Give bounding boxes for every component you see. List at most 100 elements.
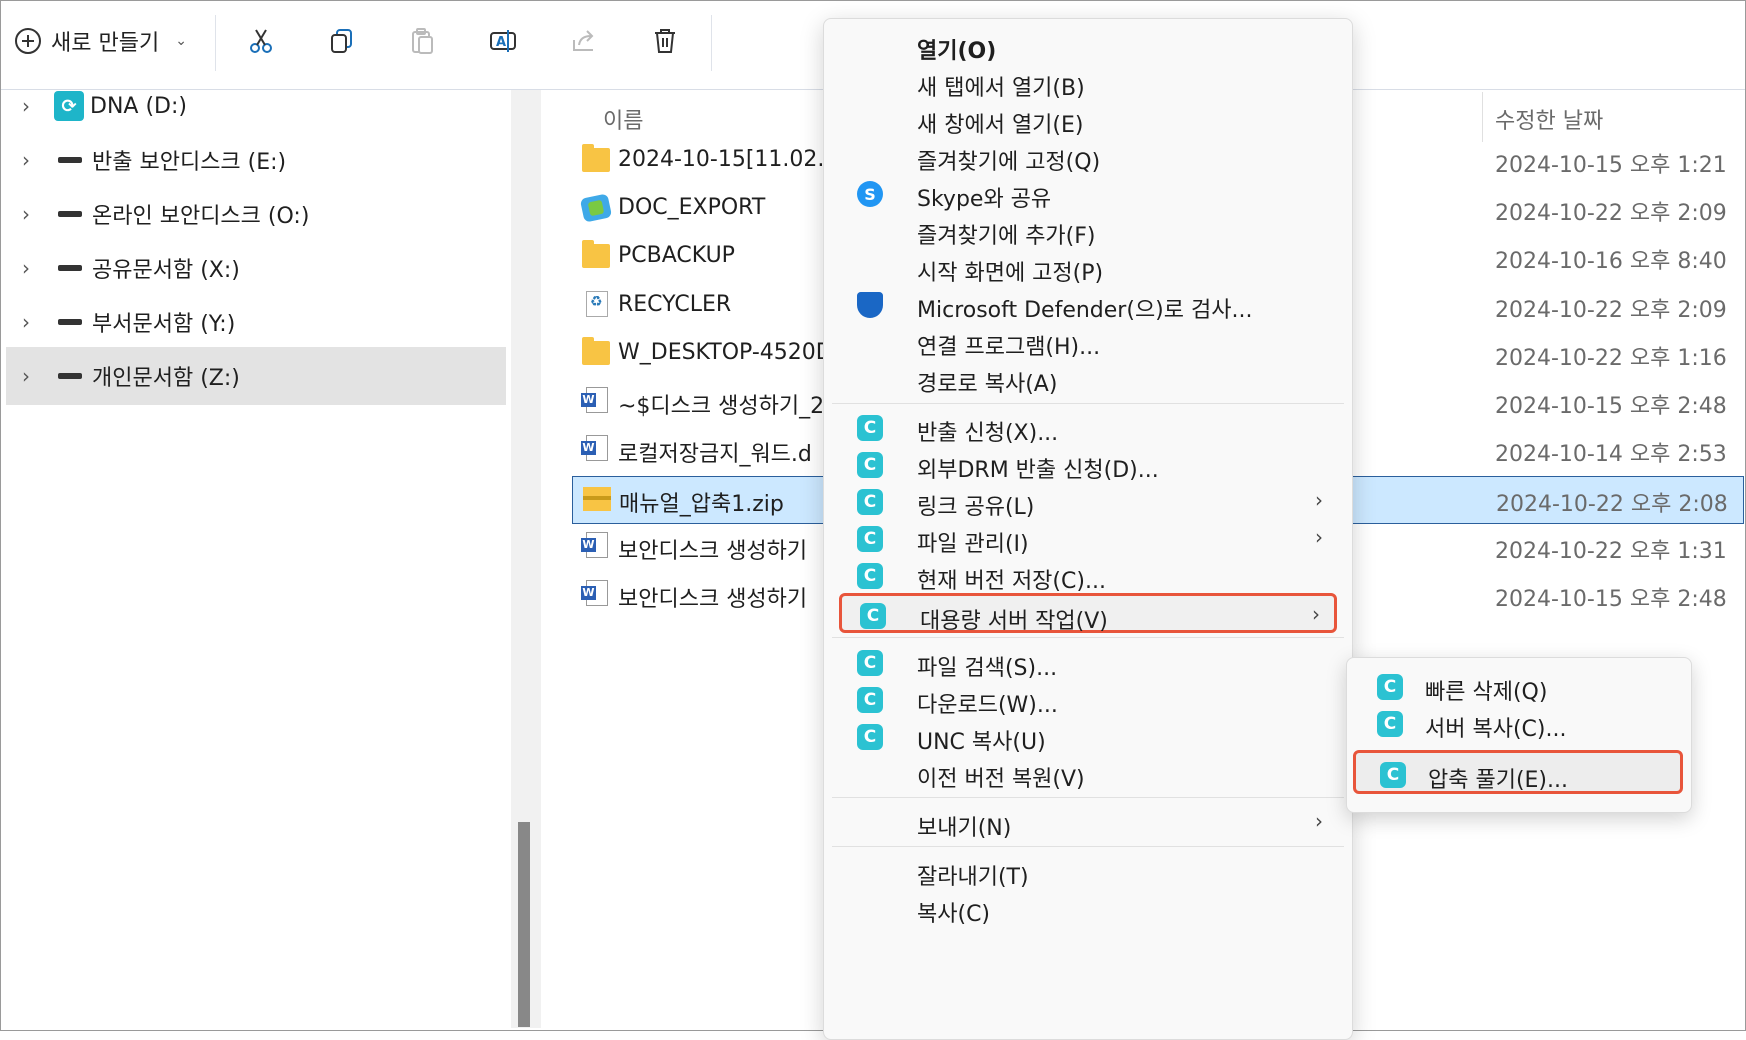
nav-item[interactable]: › 공유문서함 (X:) bbox=[6, 239, 506, 297]
context-menu-item[interactable]: 새 탭에서 열기(B) bbox=[839, 63, 1337, 103]
chevron-right-icon[interactable]: › bbox=[6, 94, 46, 118]
context-menu-item[interactable]: 이전 버전 복원(V) bbox=[839, 754, 1337, 794]
c-app-icon: C bbox=[857, 415, 883, 441]
submenu-label: 압축 풀기(E)... bbox=[1428, 768, 1568, 793]
context-menu-item[interactable]: C 반출 신청(X)... bbox=[839, 408, 1337, 448]
recycle-bin-icon bbox=[586, 291, 608, 317]
chevron-right-icon[interactable]: › bbox=[6, 256, 46, 280]
c-app-icon: C bbox=[857, 563, 883, 589]
copy-icon[interactable] bbox=[322, 21, 362, 61]
context-menu-label: UNC 복사(U) bbox=[917, 730, 1046, 755]
defender-shield-icon bbox=[857, 292, 883, 318]
context-menu-label: 현재 버전 저장(C)... bbox=[917, 569, 1106, 594]
new-button[interactable]: 새로 만들기 ⌄ bbox=[15, 23, 187, 59]
context-menu-label: 즐겨찾기에 추가(F) bbox=[917, 224, 1096, 249]
context-menu-label: 잘라내기(T) bbox=[917, 865, 1029, 890]
submenu-label: 서버 복사(C)... bbox=[1425, 717, 1567, 742]
nav-item[interactable]: › 온라인 보안디스크 (O:) bbox=[6, 185, 506, 243]
file-date: 2024-10-22 오후 2:08 bbox=[1496, 492, 1728, 517]
context-menu-item[interactable]: C 파일 검색(S)... bbox=[839, 643, 1337, 683]
context-menu-item[interactable]: C 파일 관리(I) › bbox=[839, 519, 1337, 559]
file-date: 2024-10-22 오후 2:09 bbox=[1495, 298, 1727, 323]
column-header-name[interactable]: 이름 bbox=[603, 103, 643, 135]
drive-icon bbox=[58, 211, 82, 217]
context-menu-label: 대용량 서버 작업(V) bbox=[920, 609, 1108, 634]
chevron-right-icon[interactable]: › bbox=[6, 202, 46, 226]
context-menu-label: 새 창에서 열기(E) bbox=[917, 113, 1084, 138]
share-icon[interactable] bbox=[564, 21, 604, 61]
context-menu-item[interactable]: 보내기(N) › bbox=[839, 803, 1337, 843]
context-menu-label: 링크 공유(L) bbox=[917, 495, 1035, 520]
context-menu-item[interactable]: 시작 화면에 고정(P) bbox=[839, 248, 1337, 288]
context-menu-item[interactable]: C 대용량 서버 작업(V) › bbox=[839, 593, 1337, 634]
skype-icon: S bbox=[857, 181, 883, 207]
context-menu-item[interactable]: C 링크 공유(L) › bbox=[839, 482, 1337, 522]
context-menu-item[interactable]: C 외부DRM 반출 신청(D)... bbox=[839, 445, 1337, 485]
c-app-icon: C bbox=[860, 603, 886, 629]
context-menu-item[interactable]: 열기(O) bbox=[839, 26, 1337, 66]
rename-icon[interactable]: A bbox=[483, 21, 523, 61]
chevron-right-icon: › bbox=[1312, 602, 1320, 626]
c-app-icon: C bbox=[857, 650, 883, 676]
context-menu-item[interactable]: 연결 프로그램(H)... bbox=[839, 322, 1337, 362]
submenu-item[interactable]: C 압축 풀기(E)... bbox=[1353, 750, 1683, 794]
c-app-icon: C bbox=[857, 724, 883, 750]
context-menu-item[interactable]: C UNC 복사(U) bbox=[839, 717, 1337, 757]
context-menu: 열기(O) 새 탭에서 열기(B) 새 창에서 열기(E) 즐겨찾기에 고정(Q) S S… bbox=[823, 18, 1353, 1040]
context-menu-label: 파일 검색(S)... bbox=[917, 656, 1058, 681]
file-name: 보안디스크 생성하기 bbox=[618, 539, 808, 564]
chevron-right-icon[interactable]: › bbox=[6, 364, 46, 388]
submenu-item[interactable]: C 서버 복사(C)... bbox=[1353, 702, 1683, 746]
context-menu-item[interactable]: S Skype와 공유 bbox=[839, 174, 1337, 214]
file-name: PCBACKUP bbox=[618, 243, 735, 268]
c-app-icon: C bbox=[1380, 762, 1406, 788]
nav-item[interactable]: › 반출 보안디스크 (E:) bbox=[6, 131, 506, 189]
nav-item-label: 부서문서함 (Y:) bbox=[92, 312, 236, 337]
context-menu-item[interactable]: 새 창에서 열기(E) bbox=[839, 100, 1337, 140]
context-menu-item[interactable]: Microsoft Defender(으)로 검사... bbox=[839, 285, 1337, 325]
file-date: 2024-10-14 오후 2:53 bbox=[1495, 442, 1727, 467]
drive-icon bbox=[58, 373, 82, 379]
context-menu-item[interactable]: 복사(C) bbox=[839, 889, 1337, 929]
delete-icon[interactable] bbox=[645, 21, 685, 61]
context-submenu: C 빠른 삭제(Q) C 서버 복사(C)... C 압축 풀기(E)... bbox=[1346, 657, 1692, 813]
context-menu-label: 파일 관리(I) bbox=[917, 532, 1029, 557]
file-name: ~$디스크 생성하기_2 bbox=[618, 394, 825, 419]
folder-icon bbox=[582, 144, 610, 172]
drive-icon bbox=[58, 319, 82, 325]
svg-text:A: A bbox=[496, 35, 506, 50]
chevron-right-icon[interactable]: › bbox=[6, 310, 46, 334]
nav-scrollbar-thumb[interactable] bbox=[518, 822, 530, 1027]
nav-item-label: 개인문서함 (Z:) bbox=[92, 366, 240, 391]
c-app-icon: C bbox=[857, 687, 883, 713]
context-menu-item[interactable]: C 다운로드(W)... bbox=[839, 680, 1337, 720]
paste-icon[interactable] bbox=[403, 21, 443, 61]
file-name: RECYCLER bbox=[618, 292, 732, 317]
context-menu-label: Skype와 공유 bbox=[917, 187, 1052, 212]
word-document-icon bbox=[581, 580, 608, 606]
column-header-date[interactable]: 수정한 날짜 bbox=[1495, 103, 1603, 135]
nav-item[interactable]: › 부서문서함 (Y:) bbox=[6, 293, 506, 351]
cut-icon[interactable] bbox=[241, 21, 281, 61]
dna-drive-icon: ⟳ bbox=[54, 91, 84, 121]
c-app-icon: C bbox=[857, 526, 883, 552]
context-menu-label: 다운로드(W)... bbox=[917, 693, 1058, 718]
menu-separator bbox=[832, 637, 1344, 638]
context-menu-item[interactable]: C 현재 버전 저장(C)... bbox=[839, 556, 1337, 596]
plus-circle-icon bbox=[15, 28, 41, 54]
nav-item[interactable]: › 개인문서함 (Z:) bbox=[6, 347, 506, 405]
file-name: 보안디스크 생성하기 bbox=[618, 587, 808, 612]
context-menu-item[interactable]: 잘라내기(T) bbox=[839, 852, 1337, 892]
context-menu-item[interactable]: 경로로 복사(A) bbox=[839, 359, 1337, 399]
chevron-right-icon: › bbox=[1315, 809, 1323, 833]
column-divider[interactable] bbox=[1482, 92, 1483, 142]
c-app-icon: C bbox=[1377, 674, 1403, 700]
chevron-right-icon[interactable]: › bbox=[6, 148, 46, 172]
file-date: 2024-10-22 오후 2:09 bbox=[1495, 201, 1727, 226]
file-name: 2024-10-15[11.02.30 bbox=[618, 147, 853, 172]
context-menu-item[interactable]: 즐겨찾기에 추가(F) bbox=[839, 211, 1337, 251]
nav-item[interactable]: › ⟳ DNA (D:) bbox=[6, 77, 506, 135]
context-menu-item[interactable]: 즐겨찾기에 고정(Q) bbox=[839, 137, 1337, 177]
c-app-icon: C bbox=[857, 452, 883, 478]
word-document-icon bbox=[581, 435, 608, 461]
